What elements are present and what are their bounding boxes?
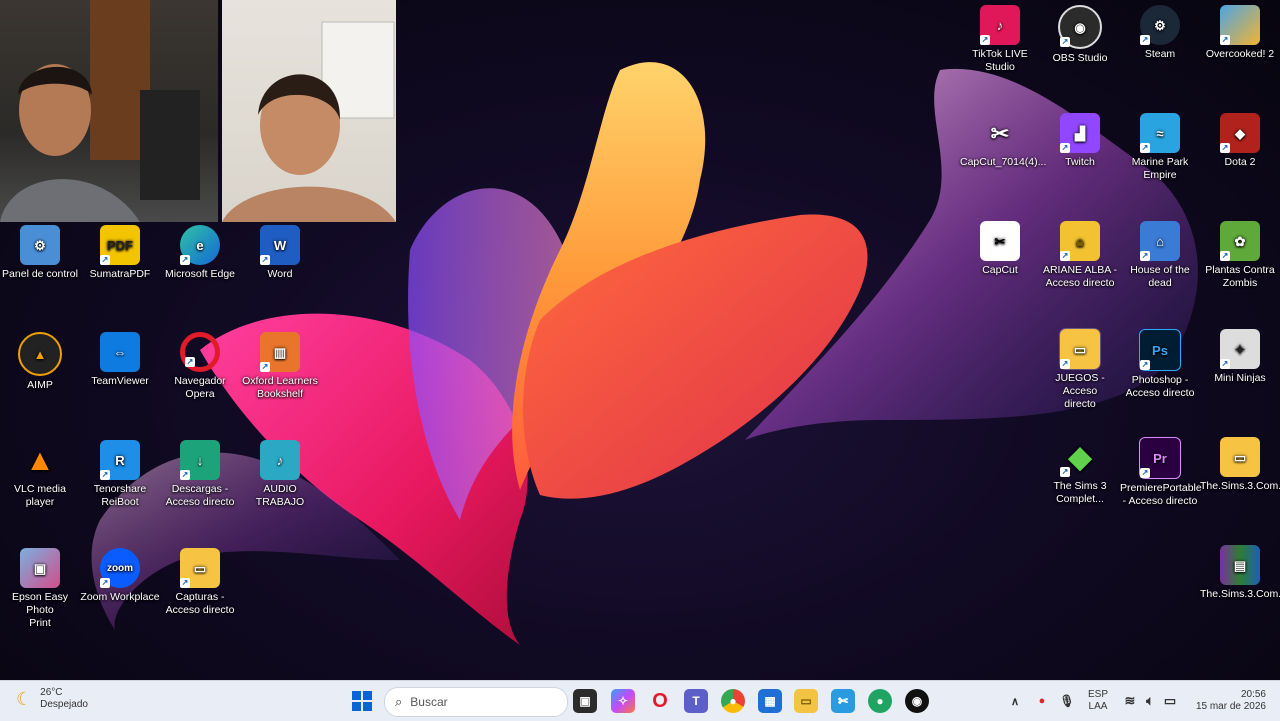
tiktok-live-icon: ♪ ↗	[980, 5, 1020, 45]
desktop-icon-sims3-rar[interactable]: ▤ The.Sims.3.Com...	[1200, 545, 1280, 601]
epson-photo-icon: ▣	[20, 548, 60, 588]
weather-temperature: 26°C	[40, 687, 63, 698]
audio-file-icon: ♪	[260, 440, 300, 480]
desktop-icon-capcut-file[interactable]: ✂ CapCut_7014(4)...	[960, 113, 1046, 169]
aimp-icon: ▲	[18, 332, 62, 376]
desktop-icon-tiktok-live[interactable]: ♪ ↗ TikTok LIVE Studio	[960, 5, 1040, 74]
webcam-feed-left	[0, 0, 218, 222]
desktop-icon-dota2[interactable]: ◆ ↗ Dota 2	[1200, 113, 1280, 169]
snipping-tool-icon[interactable]: ✄	[831, 689, 855, 713]
desktop-icon-overcooked[interactable]: ↗ Overcooked! 2	[1200, 5, 1280, 61]
weather-widget[interactable]: ☾ 26°C Despejado	[16, 687, 88, 711]
search-placeholder: Buscar	[410, 695, 448, 709]
plants-vs-zombies-icon: ✿ ↗	[1220, 221, 1260, 261]
control-panel-icon: ⚙	[20, 225, 60, 265]
word-icon: W ↗	[260, 225, 300, 265]
capcut-file-icon: ✂	[990, 120, 1010, 146]
desktop-icon-tenorshare[interactable]: R ↗ Tenorshare ReiBoot	[80, 440, 160, 509]
folder-icon: ▭	[1220, 437, 1260, 477]
webcam-feed-right	[222, 0, 396, 222]
folder-icon: ▭ ↗	[1059, 328, 1101, 370]
premiere-icon: Pr ↗	[1139, 437, 1181, 479]
start-button[interactable]	[350, 689, 374, 713]
obs-icon: ◉ ↗	[1058, 5, 1102, 49]
desktop-icon-capturas[interactable]: ▭ ↗ Capturas - Acceso directo	[160, 548, 240, 617]
clock[interactable]: 20:56 15 mar de 2026	[1188, 689, 1266, 713]
opera-icon: ↗	[180, 332, 220, 372]
folder-icon: ▭ ↗	[180, 548, 220, 588]
desktop-icon-audio-trabajo[interactable]: ♪ AUDIO TRABAJO	[240, 440, 320, 509]
dota2-icon: ◆ ↗	[1220, 113, 1260, 153]
desktop-icon-capcut[interactable]: ✂ CapCut	[960, 221, 1040, 277]
store-icon[interactable]: ▦	[758, 689, 782, 713]
sumatra-pdf-icon: PDF ↗	[100, 225, 140, 265]
desktop-icon-sumatrapdf[interactable]: PDF ↗ SumatraPDF	[80, 225, 160, 281]
mini-ninjas-icon: ✦ ↗	[1220, 329, 1260, 369]
desktop-icon-teamviewer[interactable]: ⇔ TeamViewer	[80, 332, 160, 388]
vlc-cone-icon: ▲	[25, 443, 55, 477]
desktop-icon-vlc[interactable]: ▲ VLC media player	[0, 440, 80, 509]
language-indicator[interactable]: ESP LAA	[1084, 689, 1112, 713]
overcooked-icon: ↗	[1220, 5, 1260, 45]
marine-park-icon: ≈ ↗	[1140, 113, 1180, 153]
desktop-icon-sims3-folder[interactable]: ▭ The.Sims.3.Com...	[1200, 437, 1280, 493]
desktop-icon-plantas-contra-zombis[interactable]: ✿ ↗ Plantas Contra Zombis	[1200, 221, 1280, 290]
desktop-icon-twitch[interactable]: ▟ ↗ Twitch	[1040, 113, 1120, 169]
desktop-icon-opera[interactable]: ↗ Navegador Opera	[160, 332, 240, 401]
desktop-icon-marine-park[interactable]: ≈ ↗ Marine Park Empire	[1120, 113, 1200, 182]
task-view-icon[interactable]: ▣	[573, 689, 597, 713]
desktop-icon-zoom[interactable]: zoom ↗ Zoom Workplace	[80, 548, 160, 604]
desktop-icon-juegos[interactable]: ▭ ↗ JUEGOS - Acceso directo	[1040, 328, 1120, 411]
file-explorer-icon[interactable]: ▭	[794, 689, 818, 713]
desktop-icon-steam[interactable]: ⚙ ↗ Steam	[1120, 5, 1200, 61]
edge-icon: e ↗	[180, 225, 220, 265]
teamviewer-icon: ⇔	[100, 332, 140, 372]
downloads-folder-icon: ↓ ↗	[180, 440, 220, 480]
zoom-icon: zoom ↗	[100, 548, 140, 588]
sun-moon-icon: ☾	[16, 688, 33, 709]
oxford-bookshelf-icon: ▥ ↗	[260, 332, 300, 372]
teams-icon[interactable]: T	[684, 689, 708, 713]
battery-icon[interactable]: ▭	[1158, 689, 1182, 713]
weather-description: Despejado	[40, 699, 88, 710]
search-box[interactable]: ⌕ Buscar	[384, 687, 568, 717]
desktop-icon-premiere-portable[interactable]: Pr ↗ PremierePortable - Acceso directo	[1120, 437, 1202, 508]
house-of-the-dead-icon: ⌂ ↗	[1140, 221, 1180, 261]
taskbar: ☾ 26°C Despejado ⌕ Buscar ▣ ✧ O T ● ▦ ▭ …	[0, 680, 1280, 721]
desktop-icon-photoshop[interactable]: Ps ↗ Photoshop - Acceso directo	[1120, 329, 1200, 400]
tray-app-icon[interactable]: ●	[1030, 689, 1054, 713]
desktop-icon-oxford[interactable]: ▥ ↗ Oxford Learners Bookshelf	[240, 332, 320, 401]
desktop-icon-mini-ninjas[interactable]: ✦ ↗ Mini Ninjas	[1200, 329, 1280, 385]
clock-time: 20:56	[1240, 689, 1266, 700]
twitch-icon: ▟ ↗	[1060, 113, 1100, 153]
sims-plumbob-icon: ◆ ↗	[1060, 440, 1092, 477]
desktop-icon-descargas[interactable]: ↓ ↗ Descargas - Acceso directo	[160, 440, 240, 509]
desktop-icon-panel-de-control[interactable]: ⚙ Panel de control	[0, 225, 80, 281]
opera-taskbar-icon[interactable]: O	[648, 689, 672, 713]
windows-logo-icon	[352, 691, 372, 711]
steam-icon: ⚙ ↗	[1140, 5, 1180, 45]
winrar-archive-icon: ▤	[1220, 545, 1260, 585]
desktop-icon-ariane-alba[interactable]: 🔒︎ ↗ ARIANE ALBA - Acceso directo	[1040, 221, 1120, 290]
chrome-icon[interactable]: ●	[721, 689, 745, 713]
photoshop-icon: Ps ↗	[1139, 329, 1181, 371]
lock-folder-icon: 🔒︎ ↗	[1060, 221, 1100, 261]
desktop-icon-edge[interactable]: e ↗ Microsoft Edge	[160, 225, 240, 281]
copilot-icon[interactable]: ✧	[611, 689, 635, 713]
search-icon: ⌕	[395, 694, 403, 709]
desktop-icon-word[interactable]: W ↗ Word	[240, 225, 320, 281]
desktop-icon-house-of-the-dead[interactable]: ⌂ ↗ House of the dead	[1120, 221, 1200, 290]
desktop-icon-epson[interactable]: ▣ Epson Easy Photo Print	[0, 548, 80, 630]
microphone-icon[interactable]: 🎙︎	[1055, 689, 1079, 713]
desktop-icon-sims3-complete[interactable]: ◆ ↗ The Sims 3 Complet...	[1040, 437, 1120, 506]
show-hidden-icons-chevron-icon[interactable]: ∧	[1003, 689, 1027, 713]
desktop-icon-aimp[interactable]: ▲ AIMP	[0, 332, 80, 392]
reiboot-icon: R ↗	[100, 440, 140, 480]
desktop-icon-obs[interactable]: ◉ ↗ OBS Studio	[1040, 5, 1120, 65]
capcut-icon: ✂	[980, 221, 1020, 261]
clock-date: 15 mar de 2026	[1195, 701, 1266, 712]
chrome-profile-icon[interactable]: ●	[868, 689, 892, 713]
recording-app-icon[interactable]: ◉	[905, 689, 929, 713]
